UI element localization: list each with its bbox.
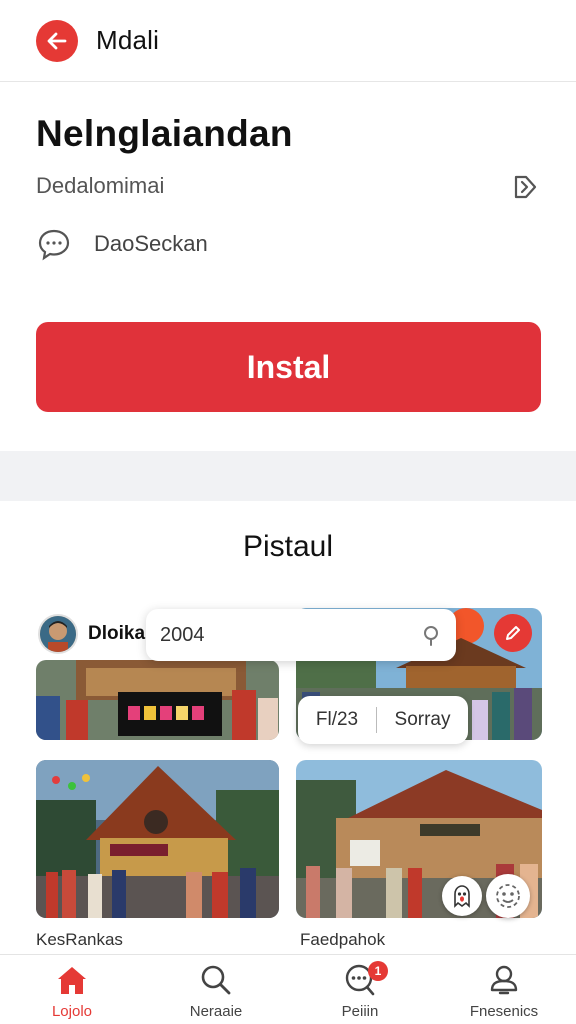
pencil-icon [506,626,520,640]
chat-row[interactable]: DaoSeckan [36,226,208,262]
app-bar: Mdali [0,0,576,82]
card-caption: KesRankas [36,930,123,949]
gallery-card[interactable] [36,660,279,740]
face-icon [496,884,520,908]
install-button[interactable]: Instal [36,322,541,412]
nav-label: Peiiin [341,1003,379,1020]
gallery-photo [36,660,279,740]
user-icon [490,965,518,995]
app-subtitle: Dedalomimai [36,173,165,198]
chat-bubble-icon [38,229,70,261]
filter-chip[interactable]: Fl/23 Sorray [298,696,468,744]
search-popover[interactable]: 2004 [146,609,456,661]
home-icon [58,967,86,994]
pin-icon[interactable] [420,623,442,647]
chip-right[interactable]: Sorray [377,709,468,731]
arrow-left-icon [47,32,67,49]
nav-label: Neraaie [189,1003,243,1020]
chat-label: DaoSeckan [94,231,208,256]
page-title: Mdali [96,25,160,55]
back-button[interactable] [36,19,78,62]
ghost-icon [454,885,470,908]
avatar-photo [40,616,76,652]
author-row[interactable]: Dloikal [38,614,150,654]
ghost-button[interactable] [442,876,482,916]
section-divider [0,451,576,501]
avatar [38,614,78,654]
app-name: Nelnglaiandan [36,113,293,154]
section-title: Pistaul [242,530,334,563]
nav-item-home[interactable]: Lojolo [0,955,144,1024]
gallery-photo [36,760,279,918]
nav-label: Fnesenics [469,1003,539,1020]
nav-item-search[interactable]: Neraaie [144,955,288,1024]
search-value: 2004 [160,623,205,646]
bottom-nav: Lojolo Neraaie 1 Peiiin Fnesenics [0,954,576,1024]
nav-item-profile[interactable]: Fnesenics [432,955,576,1024]
gallery-card[interactable] [36,760,279,918]
search-icon [201,965,231,995]
card-caption: Faedpahok [300,930,386,949]
share-button[interactable] [506,169,542,205]
react-button[interactable] [486,874,530,918]
nav-label: Lojolo [51,1003,93,1020]
share-icon [514,175,537,199]
author-name: Dloikal [88,623,151,644]
chip-left[interactable]: Fl/23 [298,709,376,731]
nav-item-chat[interactable]: 1 Peiiin [288,955,432,1024]
app-header: Nelnglaiandan Dedalomimai DaoSeckan Inst… [0,83,576,451]
notification-badge: 1 [368,961,388,981]
edit-button[interactable] [494,614,532,652]
